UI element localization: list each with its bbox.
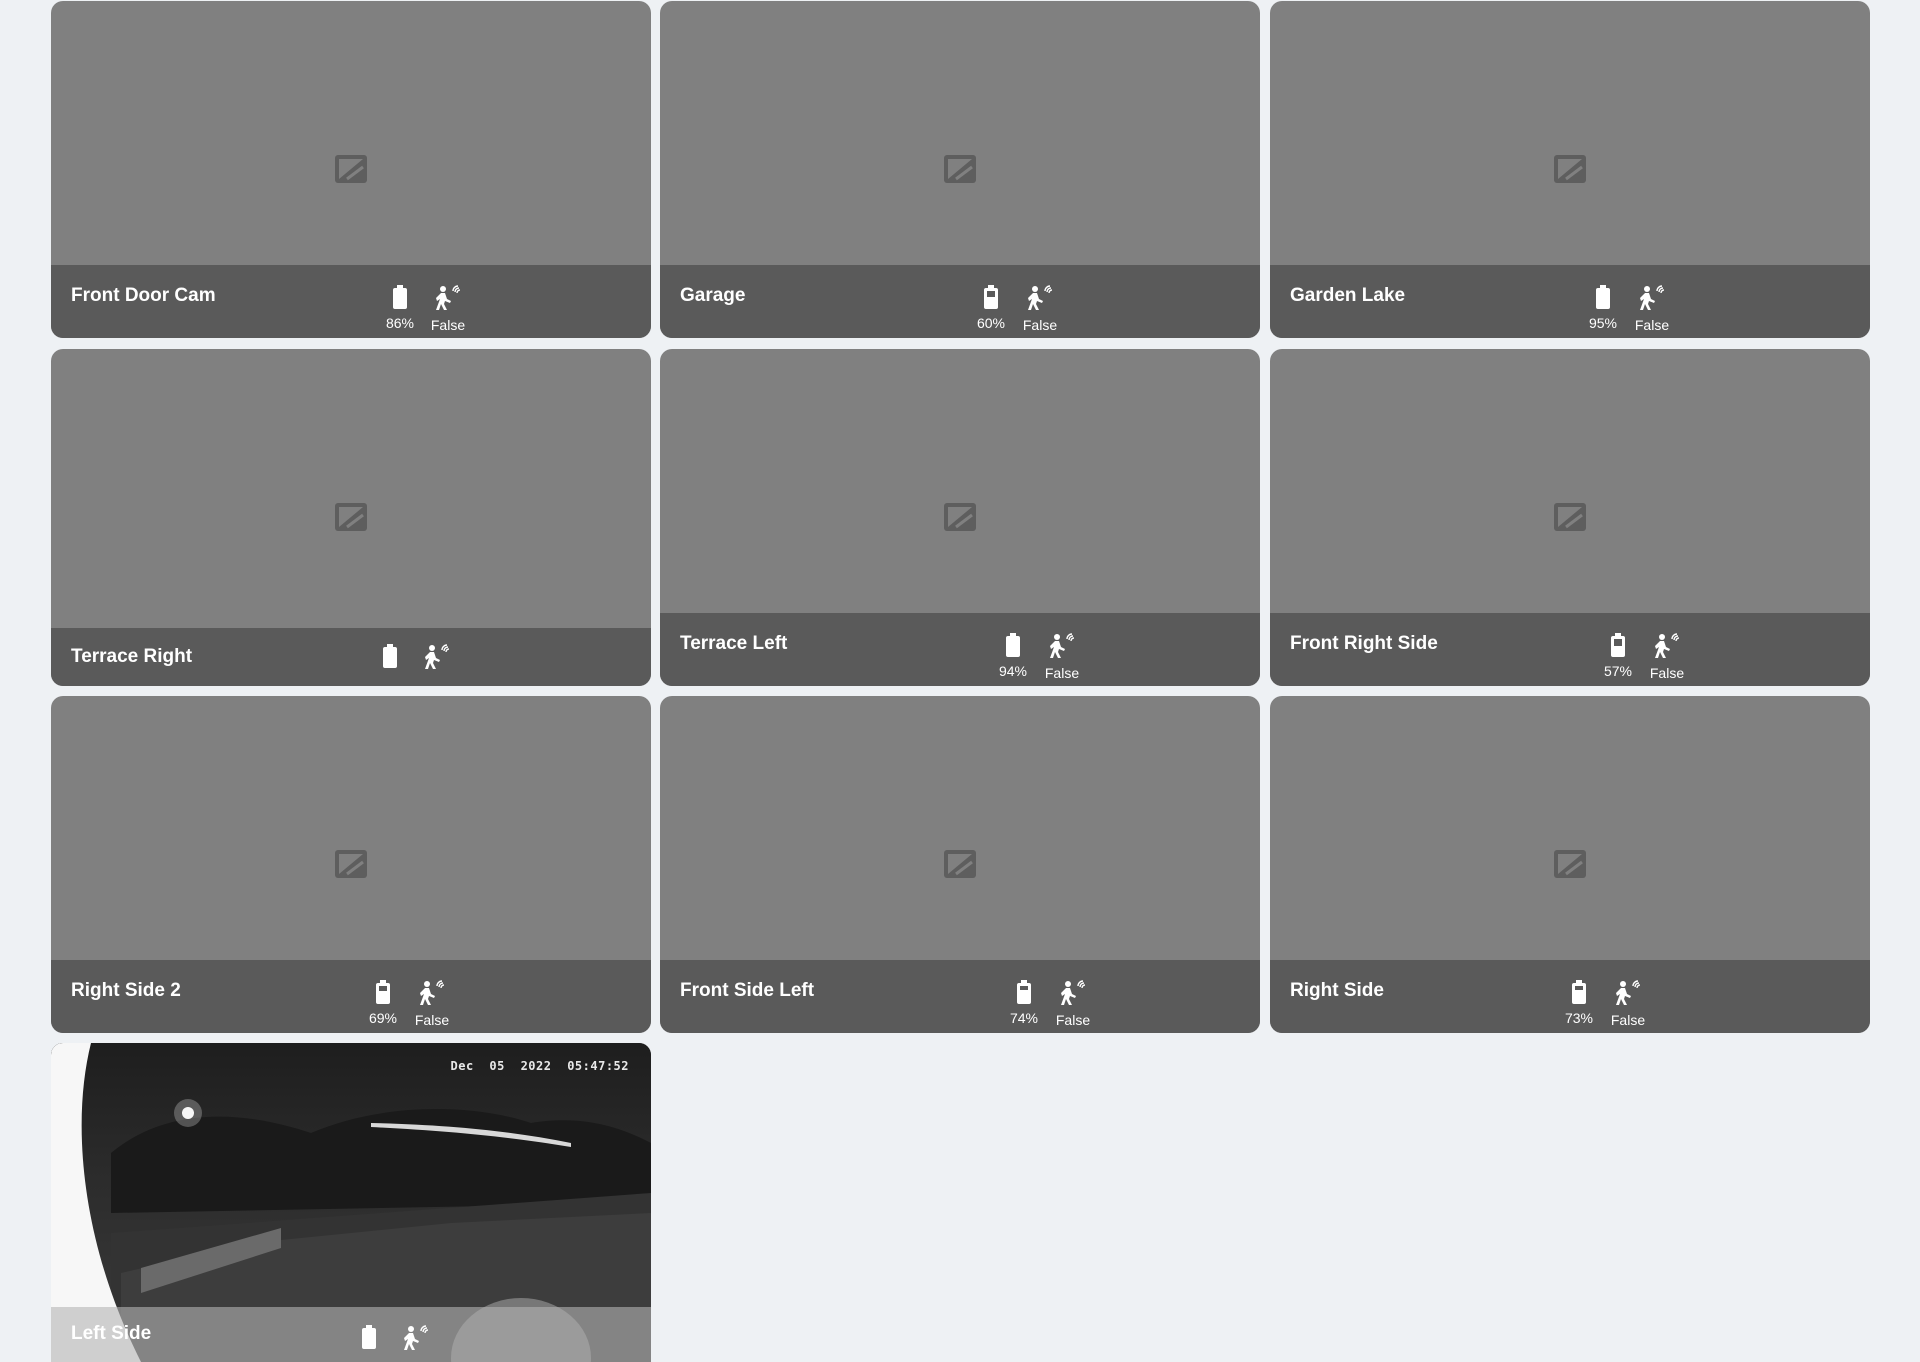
- motion-sensor-icon: [1050, 633, 1075, 658]
- camera-card-front-side-left[interactable]: Front Side Left 74% False: [660, 696, 1260, 1033]
- image-unavailable-icon: [1554, 850, 1586, 878]
- camera-name: Front Right Side: [1290, 633, 1438, 654]
- image-unavailable-icon: [335, 503, 367, 531]
- camera-name: Right Side 2: [71, 980, 181, 1001]
- camera-name: Terrace Left: [680, 633, 788, 654]
- motion-sensor-icon: [1655, 633, 1680, 658]
- motion-status[interactable]: [407, 644, 467, 670]
- motion-sensor-icon: [425, 644, 450, 669]
- camera-footer: Left Side: [51, 1307, 651, 1362]
- camera-card-right-side[interactable]: Right Side 73% False: [1270, 696, 1870, 1033]
- battery-icon: [1572, 980, 1586, 1004]
- battery-icon: [393, 285, 407, 309]
- battery-icon: [1006, 633, 1020, 657]
- camera-card-front-right-side[interactable]: Front Right Side 57% False: [1270, 349, 1870, 686]
- motion-status[interactable]: False: [1637, 633, 1697, 681]
- camera-footer: Right Side 2 69% False: [51, 960, 651, 1033]
- image-unavailable-icon: [1554, 503, 1586, 531]
- battery-icon: [1611, 633, 1625, 657]
- camera-footer: Garage 60% False: [660, 265, 1260, 338]
- motion-value: False: [430, 317, 466, 333]
- battery-icon: [984, 285, 998, 309]
- camera-footer: Front Right Side 57% False: [1270, 613, 1870, 686]
- camera-footer: Terrace Left 94% False: [660, 613, 1260, 686]
- camera-footer: Garden Lake 95% False: [1270, 265, 1870, 338]
- motion-sensor-icon: [1616, 980, 1641, 1005]
- camera-card-left-side[interactable]: Dec 05 2022 05:47:52 Left Side: [51, 1043, 651, 1362]
- camera-name: Garage: [680, 285, 746, 306]
- image-unavailable-icon: [335, 850, 367, 878]
- camera-card-terrace-left[interactable]: Terrace Left 94% False: [660, 349, 1260, 686]
- motion-value: False: [1634, 317, 1670, 333]
- motion-value: False: [414, 1012, 450, 1028]
- camera-footer: Terrace Right: [51, 628, 651, 686]
- camera-name: Garden Lake: [1290, 285, 1406, 306]
- motion-value: False: [1022, 317, 1058, 333]
- motion-value: False: [1649, 665, 1685, 681]
- motion-sensor-icon: [420, 980, 445, 1005]
- motion-status[interactable]: False: [418, 285, 478, 333]
- motion-status[interactable]: False: [1598, 980, 1658, 1028]
- camera-name: Left Side: [71, 1323, 152, 1344]
- motion-value: False: [1044, 665, 1080, 681]
- motion-status[interactable]: False: [1032, 633, 1092, 681]
- image-unavailable-icon: [335, 155, 367, 183]
- motion-status[interactable]: False: [1043, 980, 1103, 1028]
- camera-footer: Front Side Left 74% False: [660, 960, 1260, 1033]
- battery-icon: [1017, 980, 1031, 1004]
- camera-footer: Right Side 73% False: [1270, 960, 1870, 1033]
- motion-status[interactable]: [386, 1325, 446, 1351]
- camera-name: Terrace Right: [71, 646, 193, 667]
- snapshot-timestamp: Dec 05 2022 05:47:52: [450, 1059, 629, 1073]
- camera-footer: Front Door Cam 86% False: [51, 265, 651, 338]
- motion-sensor-icon: [1640, 285, 1665, 310]
- motion-sensor-icon: [1061, 980, 1086, 1005]
- motion-sensor-icon: [1028, 285, 1053, 310]
- motion-value: False: [1610, 1012, 1646, 1028]
- motion-status[interactable]: False: [1010, 285, 1070, 333]
- camera-card-right-side-2[interactable]: Right Side 2 69% False: [51, 696, 651, 1033]
- camera-name: Front Door Cam: [71, 285, 216, 306]
- camera-card-front-door-cam[interactable]: Front Door Cam 86% False: [51, 1, 651, 338]
- motion-status[interactable]: False: [402, 980, 462, 1028]
- motion-sensor-icon: [404, 1325, 429, 1350]
- camera-card-garden-lake[interactable]: Garden Lake 95% False: [1270, 1, 1870, 338]
- battery-icon: [376, 980, 390, 1004]
- camera-name: Right Side: [1290, 980, 1384, 1001]
- image-unavailable-icon: [944, 850, 976, 878]
- camera-name: Front Side Left: [680, 980, 815, 1001]
- battery-icon: [1596, 285, 1610, 309]
- battery-icon: [362, 1325, 376, 1349]
- motion-sensor-icon: [436, 285, 461, 310]
- battery-icon: [383, 644, 397, 668]
- camera-card-terrace-right[interactable]: Terrace Right: [51, 349, 651, 686]
- motion-status[interactable]: False: [1622, 285, 1682, 333]
- camera-card-garage[interactable]: Garage 60% False: [660, 1, 1260, 338]
- image-unavailable-icon: [944, 503, 976, 531]
- motion-value: False: [1055, 1012, 1091, 1028]
- image-unavailable-icon: [944, 155, 976, 183]
- image-unavailable-icon: [1554, 155, 1586, 183]
